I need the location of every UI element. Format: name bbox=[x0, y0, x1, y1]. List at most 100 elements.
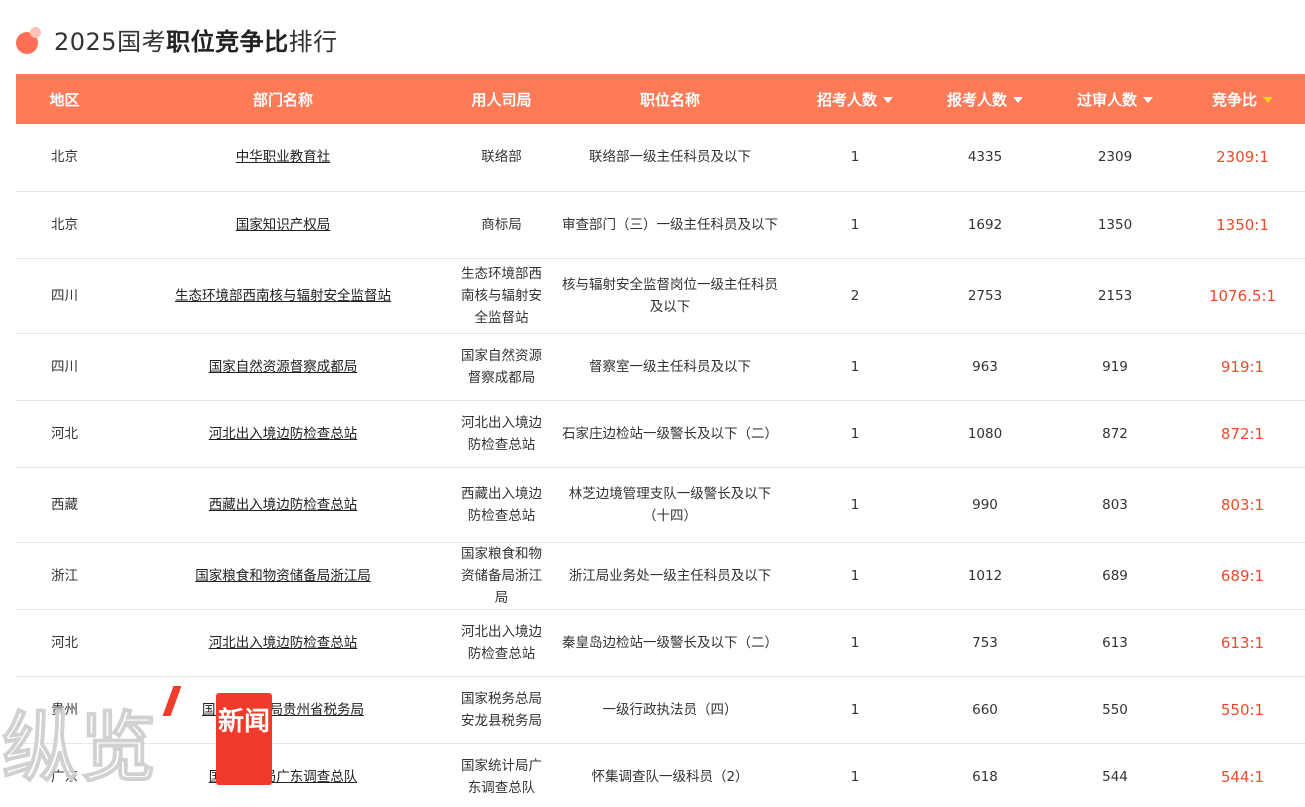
cell-passed: 2309 bbox=[1050, 124, 1180, 192]
cell-position: 石家庄边检站一级警长及以下（二） bbox=[550, 400, 790, 468]
cell-region: 北京 bbox=[16, 124, 113, 192]
cell-ratio: 1076.5:1 bbox=[1180, 258, 1305, 334]
table-header-row: 地区 部门名称 用人司局 职位名称 招考人数 报考人数 过审人数 竞争比 bbox=[16, 74, 1305, 124]
cell-dept-link[interactable]: 国家统计局广东调查总队 bbox=[209, 769, 358, 785]
cell-position: 督察室一级主任科员及以下 bbox=[589, 358, 751, 375]
cell-bureau: 生态环境部西南核与辐射安全监督站 bbox=[461, 265, 542, 326]
cell-position: 核与辐射安全监督岗位一级主任科员及以下 bbox=[550, 258, 790, 334]
cell-position: 秦皇岛边检站一级警长及以下（二） bbox=[562, 634, 778, 651]
col-header-applied-sort[interactable]: 报考人数 bbox=[920, 74, 1050, 124]
col-header-hire-sort[interactable]: 招考人数 bbox=[790, 74, 920, 124]
cell-ratio: 689:1 bbox=[1180, 542, 1305, 610]
cell-ratio: 803:1 bbox=[1220, 495, 1265, 514]
cell-ratio: 803:1 bbox=[1180, 467, 1305, 543]
cell-dept-link[interactable]: 国家粮食和物资储备局浙江局 bbox=[195, 568, 371, 584]
cell-region: 四川 bbox=[51, 287, 78, 304]
cell-position: 浙江局业务处一级主任科员及以下 bbox=[568, 567, 772, 584]
cell-applied: 660 bbox=[920, 676, 1050, 744]
cell-region: 四川 bbox=[16, 258, 113, 334]
cell-dept-link[interactable]: 国家自然资源督察成都局 bbox=[209, 359, 358, 375]
cell-region: 河北 bbox=[16, 609, 113, 677]
cell-applied: 4335 bbox=[920, 124, 1050, 192]
table-row: 西藏 西藏出入境边防检查总站 西藏出入境边防检查总站 林芝边境管理支队一级警长及以下（… bbox=[16, 467, 1305, 543]
table-row: 贵州 国家税务总局贵州省税务局 国家税务总局安龙县税务局 一级行政执法员（四） 1 660… bbox=[16, 676, 1305, 744]
cell-hire: 1 bbox=[850, 496, 860, 513]
col-header-ratio-sort[interactable]: 竞争比 bbox=[1180, 74, 1305, 124]
title-dot-icon bbox=[16, 24, 46, 54]
cell-region: 贵州 bbox=[51, 701, 78, 718]
cell-dept-link[interactable]: 国家知识产权局 bbox=[236, 217, 331, 233]
cell-applied: 618 bbox=[972, 768, 998, 785]
cell-applied: 963 bbox=[972, 358, 998, 375]
cell-applied: 4335 bbox=[967, 149, 1003, 166]
cell-applied: 1692 bbox=[920, 191, 1050, 259]
cell-position: 浙江局业务处一级主任科员及以下 bbox=[550, 542, 790, 610]
cell-dept-link[interactable]: 生态环境部西南核与辐射安全监督站 bbox=[175, 288, 391, 304]
cell-bureau: 联络部 bbox=[481, 149, 522, 166]
cell-region: 四川 bbox=[51, 358, 78, 375]
cell-position: 林芝边境管理支队一级警长及以下（十四） bbox=[550, 467, 790, 543]
col-header-bureau: 用人司局 bbox=[453, 74, 550, 124]
cell-bureau: 国家粮食和物资储备局浙江局 bbox=[461, 545, 542, 606]
col-header-region: 地区 bbox=[16, 74, 113, 124]
cell-position: 核与辐射安全监督岗位一级主任科员及以下 bbox=[562, 276, 778, 315]
cell-dept-link[interactable]: 河北出入境边防检查总站 bbox=[209, 635, 358, 651]
cell-bureau: 国家统计局广东调查总队 bbox=[461, 757, 542, 796]
cell-ratio: 613:1 bbox=[1220, 633, 1265, 652]
cell-passed: 872 bbox=[1050, 400, 1180, 468]
cell-applied: 1080 bbox=[920, 400, 1050, 468]
sort-down-icon[interactable] bbox=[1143, 97, 1153, 103]
cell-hire: 1 bbox=[790, 124, 920, 192]
cell-bureau: 国家统计局广东调查总队 bbox=[453, 743, 550, 807]
cell-hire: 1 bbox=[790, 191, 920, 259]
cell-position: 联络部一级主任科员及以下 bbox=[589, 149, 751, 166]
cell-hire: 1 bbox=[790, 743, 920, 807]
cell-ratio: 919:1 bbox=[1220, 357, 1265, 376]
cell-dept-link[interactable]: 中华职业教育社 bbox=[236, 149, 331, 165]
table-row: 北京 国家知识产权局 商标局 审查部门（三）一级主任科员及以下 1 1692 1350 135… bbox=[16, 191, 1305, 259]
cell-dept: 国家税务总局贵州省税务局 bbox=[113, 676, 453, 744]
cell-region: 贵州 bbox=[16, 676, 113, 744]
col-header-position: 职位名称 bbox=[550, 74, 790, 124]
cell-bureau: 河北出入境边防检查总站 bbox=[461, 414, 542, 453]
cell-hire: 1 bbox=[850, 701, 860, 718]
table-row: 四川 生态环境部西南核与辐射安全监督站 生态环境部西南核与辐射安全监督站 核与辐射安全… bbox=[16, 258, 1305, 334]
cell-hire: 1 bbox=[850, 634, 860, 651]
cell-dept-link[interactable]: 国家税务总局贵州省税务局 bbox=[202, 702, 364, 718]
cell-ratio: 872:1 bbox=[1180, 400, 1305, 468]
sort-down-icon[interactable] bbox=[883, 97, 893, 103]
sort-down-icon[interactable] bbox=[1013, 97, 1023, 103]
cell-bureau: 国家自然资源督察成都局 bbox=[453, 333, 550, 401]
cell-passed: 613 bbox=[1102, 634, 1128, 651]
cell-ratio: 919:1 bbox=[1180, 333, 1305, 401]
cell-bureau: 联络部 bbox=[453, 124, 550, 192]
col-header-passed-sort[interactable]: 过审人数 bbox=[1050, 74, 1180, 124]
cell-applied: 990 bbox=[920, 467, 1050, 543]
cell-bureau: 国家粮食和物资储备局浙江局 bbox=[453, 542, 550, 610]
cell-ratio: 2309:1 bbox=[1216, 148, 1269, 167]
sort-active-down-icon[interactable] bbox=[1263, 97, 1273, 103]
cell-ratio: 613:1 bbox=[1180, 609, 1305, 677]
table-body: 北京 中华职业教育社 联络部 联络部一级主任科员及以下 1 4335 2309 2309:1 北… bbox=[16, 124, 1305, 807]
cell-dept: 国家知识产权局 bbox=[113, 191, 453, 259]
cell-ratio: 689:1 bbox=[1220, 566, 1265, 585]
table-row: 河北 河北出入境边防检查总站 河北出入境边防检查总站 秦皇岛边检站一级警长及以下（二）… bbox=[16, 609, 1305, 677]
cell-position: 督察室一级主任科员及以下 bbox=[550, 333, 790, 401]
cell-position: 秦皇岛边检站一级警长及以下（二） bbox=[550, 609, 790, 677]
cell-applied: 2753 bbox=[920, 258, 1050, 334]
cell-bureau: 商标局 bbox=[453, 191, 550, 259]
cell-bureau: 国家税务总局安龙县税务局 bbox=[461, 690, 542, 729]
cell-hire: 2 bbox=[790, 258, 920, 334]
cell-position: 一级行政执法员（四） bbox=[550, 676, 790, 744]
page-title: 2025国考职位竞争比排行 bbox=[54, 22, 338, 57]
cell-hire: 1 bbox=[790, 333, 920, 401]
cell-dept-link[interactable]: 河北出入境边防检查总站 bbox=[209, 426, 358, 442]
cell-region: 广东 bbox=[16, 743, 113, 807]
cell-dept: 河北出入境边防检查总站 bbox=[113, 609, 453, 677]
cell-passed: 544 bbox=[1102, 768, 1128, 785]
cell-bureau: 西藏出入境边防检查总站 bbox=[461, 485, 542, 524]
cell-hire: 1 bbox=[850, 149, 860, 166]
cell-passed: 689 bbox=[1102, 567, 1128, 584]
cell-hire: 1 bbox=[850, 425, 860, 442]
cell-dept-link[interactable]: 西藏出入境边防检查总站 bbox=[209, 497, 358, 513]
